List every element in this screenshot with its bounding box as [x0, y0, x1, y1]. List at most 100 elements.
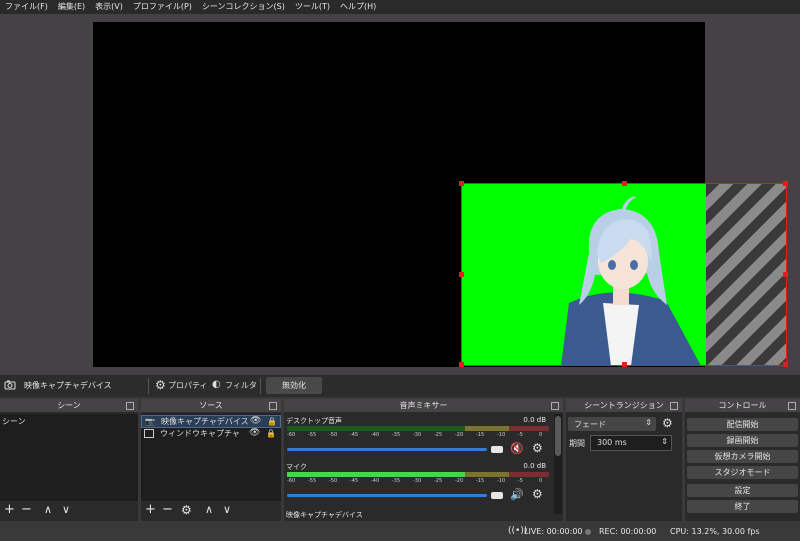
- mixer-channels: デスクトップ音声 0.0 dB -60 -55 -50 -45 -40 -35 -30 -25…: [284, 414, 554, 521]
- start-streaming-button[interactable]: 配信開始: [687, 418, 798, 431]
- menu-file[interactable]: ファイル(F): [0, 0, 53, 14]
- slider-knob[interactable]: [491, 492, 503, 499]
- live-status: LIVE: 00:00:00: [524, 527, 583, 536]
- lock-icon[interactable]: 🔒: [267, 416, 277, 427]
- menu-view[interactable]: 表示(V): [90, 0, 128, 14]
- source-label: 映像キャプチャデバイス: [161, 417, 249, 426]
- muted-speaker-icon[interactable]: 🔇: [510, 442, 524, 455]
- resize-handle[interactable]: [459, 362, 464, 367]
- gear-icon[interactable]: ⚙: [181, 503, 192, 517]
- selected-source-bounds[interactable]: [459, 181, 788, 367]
- scene-item[interactable]: シーン: [0, 416, 138, 427]
- gear-icon[interactable]: ⚙: [532, 441, 543, 455]
- mixer-scrollbar[interactable]: [554, 414, 562, 514]
- meter-tick-label: -60: [287, 432, 296, 438]
- add-icon[interactable]: +: [145, 503, 156, 517]
- spin-icon[interactable]: ⇕: [661, 437, 668, 446]
- meter-tick-label: -55: [308, 432, 317, 438]
- audio-mixer-dock: 音声ミキサー デスクトップ音声 0.0 dB -60 -55 -50 -45 -40 -3…: [284, 399, 563, 521]
- window-icon: [144, 429, 154, 438]
- meter-tick-label: -60: [287, 478, 296, 484]
- move-down-icon[interactable]: ∨: [62, 503, 70, 517]
- meter-tick-label: -55: [308, 478, 317, 484]
- transition-select[interactable]: フェード ⇕: [568, 417, 656, 431]
- slider-knob[interactable]: [491, 446, 503, 453]
- meter-tick-label: -20: [455, 478, 464, 484]
- scenes-title: シーン: [0, 399, 138, 412]
- updown-icon: ⇕: [645, 418, 652, 427]
- meter-tick-label: -35: [392, 432, 401, 438]
- resize-handle[interactable]: [783, 272, 788, 277]
- resize-handle[interactable]: [622, 181, 627, 186]
- speaker-icon[interactable]: 🔊: [510, 488, 524, 501]
- duration-label: 期間: [569, 439, 585, 448]
- cpu-status: CPU: 13.2%, 30.00 fps: [670, 527, 760, 536]
- status-bar: ((•)) LIVE: 00:00:00 REC: 00:00:00 CPU: …: [0, 522, 800, 541]
- properties-label: プロパティ: [168, 381, 208, 390]
- menu-help[interactable]: ヘルプ(H): [335, 0, 381, 14]
- gear-icon: ⚙: [155, 378, 166, 392]
- source-label: ウィンドウキャプチャ: [160, 429, 240, 438]
- meter-tick-label: -30: [413, 478, 422, 484]
- move-up-icon[interactable]: ∧: [44, 503, 52, 517]
- rec-status: REC: 00:00:00: [599, 527, 657, 536]
- filters-button[interactable]: ◐ フィルタ: [212, 378, 257, 394]
- meter-tick-label: -35: [392, 478, 401, 484]
- menu-tools[interactable]: ツール(T): [290, 0, 335, 14]
- remove-icon[interactable]: −: [21, 503, 32, 517]
- meter-tick-label: -40: [371, 478, 380, 484]
- menu-scene-collection[interactable]: シーンコレクション(S): [197, 0, 290, 14]
- move-up-icon[interactable]: ∧: [205, 503, 213, 517]
- resize-handle[interactable]: [459, 272, 464, 277]
- sources-dock: ソース 📷 映像キャプチャデバイス 👁 🔒 ウィンドウキャプチャ 👁 🔒 + −…: [141, 399, 281, 521]
- disable-button[interactable]: 無効化: [266, 377, 322, 394]
- resize-handle[interactable]: [783, 362, 788, 367]
- scenes-toolbar: + − ∧ ∨: [0, 501, 138, 521]
- menu-profile[interactable]: プロファイル(P): [128, 0, 197, 14]
- volume-meter: [287, 472, 549, 477]
- float-icon[interactable]: [126, 402, 134, 410]
- sources-toolbar: + − ⚙ ∧ ∨: [141, 501, 281, 521]
- settings-button[interactable]: 設定: [687, 484, 798, 497]
- remove-icon[interactable]: −: [162, 503, 173, 517]
- channel-name: 映像キャプチャデバイス: [286, 511, 363, 519]
- meter-tick-label: -5: [518, 478, 523, 484]
- duration-value: 300 ms: [597, 438, 627, 447]
- studio-mode-button[interactable]: スタジオモード: [687, 466, 798, 479]
- meter-tick-label: -40: [371, 432, 380, 438]
- channel-db: 0.0 dB: [523, 462, 546, 470]
- duration-input[interactable]: 300 ms ⇕: [590, 435, 672, 451]
- gear-icon[interactable]: ⚙: [662, 416, 673, 430]
- controls-dock: コントロール 配信開始 録画開始 仮想カメラ開始 スタジオモード 設定 終了: [685, 399, 800, 521]
- move-down-icon[interactable]: ∨: [223, 503, 231, 517]
- source-item[interactable]: 📷 映像キャプチャデバイス 👁 🔒: [141, 415, 281, 428]
- channel-name: デスクトップ音声: [286, 417, 342, 425]
- lock-icon[interactable]: 🔒: [266, 428, 276, 439]
- float-icon[interactable]: [551, 402, 559, 410]
- source-item[interactable]: ウィンドウキャプチャ 👁 🔒: [141, 428, 281, 439]
- resize-handle[interactable]: [622, 362, 627, 367]
- divider: [148, 378, 149, 394]
- start-virtual-camera-button[interactable]: 仮想カメラ開始: [687, 450, 798, 463]
- resize-handle[interactable]: [783, 181, 788, 186]
- gear-icon[interactable]: ⚙: [532, 487, 543, 501]
- float-icon[interactable]: [269, 402, 277, 410]
- resize-handle[interactable]: [459, 181, 464, 186]
- eye-icon[interactable]: 👁: [249, 428, 260, 439]
- record-icon: [585, 529, 591, 535]
- meter-tick-label: -25: [434, 432, 443, 438]
- sources-list: 📷 映像キャプチャデバイス 👁 🔒 ウィンドウキャプチャ 👁 🔒: [141, 414, 281, 501]
- float-icon[interactable]: [788, 402, 796, 410]
- add-icon[interactable]: +: [4, 503, 15, 517]
- menu-edit[interactable]: 編集(E): [53, 0, 90, 14]
- scene-transitions-dock: シーントランジション フェード ⇕ ⚙ 期間 300 ms ⇕: [566, 399, 682, 521]
- eye-icon[interactable]: 👁: [250, 416, 261, 427]
- volume-slider[interactable]: [287, 494, 487, 497]
- float-icon[interactable]: [670, 402, 678, 410]
- properties-button[interactable]: ⚙ プロパティ: [155, 378, 208, 394]
- source-context-bar: 映像キャプチャデバイス ⚙ プロパティ ◐ フィルタ 無効化: [0, 375, 800, 397]
- transitions-title: シーントランジション: [566, 399, 682, 412]
- exit-button[interactable]: 終了: [687, 500, 798, 513]
- start-recording-button[interactable]: 録画開始: [687, 434, 798, 447]
- volume-slider[interactable]: [287, 448, 487, 451]
